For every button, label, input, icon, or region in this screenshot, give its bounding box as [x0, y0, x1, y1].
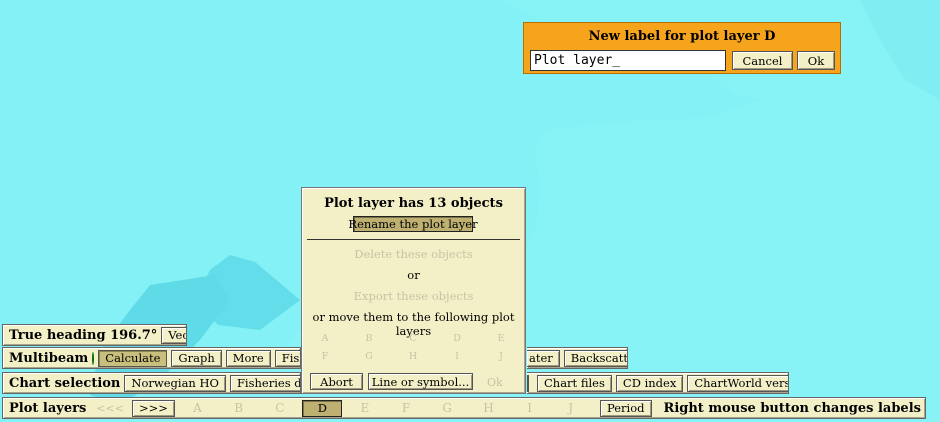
plot-layer-g[interactable]: G — [427, 401, 468, 415]
move-layer-f[interactable]: F — [315, 351, 335, 362]
plot-layer-dialog: Plot layer has 13 objects Rename the plo… — [301, 187, 526, 394]
plot-layers-bar: Plot layers <<< >>> A B C D E F G H I J … — [2, 397, 926, 419]
fish-button[interactable]: Fish — [274, 349, 300, 367]
or-label: or — [407, 268, 420, 282]
move-layer-j[interactable]: J — [491, 351, 511, 362]
vector-button[interactable]: Vector — [161, 326, 186, 344]
chart-selection-bar: Chart selection Norwegian HO Fisheries d… — [2, 372, 301, 394]
fisheries-database-button[interactable]: Fisheries database — [229, 374, 300, 392]
right-mouse-hint: Right mouse button changes labels — [663, 400, 921, 416]
plot-layer-e[interactable]: E — [344, 401, 385, 415]
next-layers-button[interactable]: >>> — [131, 399, 175, 417]
plot-layers-label: Plot layers — [9, 400, 87, 416]
chart-selection-label: Chart selection — [9, 375, 121, 391]
ok-button[interactable]: Ok — [797, 51, 835, 70]
export-objects-button[interactable]: Export these objects — [302, 289, 525, 303]
move-layer-c[interactable]: C — [403, 333, 423, 344]
chart-selection-bar-right: Chart files CD index ChartWorld versions — [527, 372, 789, 394]
true-heading-bar: True heading 196.7° Vector — [2, 324, 187, 346]
move-layer-e[interactable]: E — [491, 333, 511, 344]
chartworld-versions-button[interactable]: ChartWorld versions — [687, 374, 788, 392]
more-button[interactable]: More — [225, 349, 271, 367]
move-layer-b[interactable]: B — [359, 333, 379, 344]
multibeam-bar-right: ater Backscatter — [527, 347, 628, 369]
calculate-button[interactable]: Calculate — [98, 349, 168, 367]
status-indicator-icon — [92, 351, 95, 365]
move-layer-d[interactable]: D — [447, 333, 467, 344]
plot-layer-f[interactable]: F — [385, 401, 426, 415]
line-or-symbol-button[interactable]: Line or symbol... — [368, 373, 473, 390]
label-input[interactable] — [530, 50, 726, 71]
hidden-chart-button[interactable] — [527, 374, 529, 392]
delete-objects-button[interactable]: Delete these objects — [302, 247, 525, 261]
plot-layer-h[interactable]: H — [468, 401, 509, 415]
multibeam-label: Multibeam — [9, 350, 89, 366]
plot-layer-j[interactable]: J — [550, 401, 591, 415]
dialog-divider — [307, 239, 520, 240]
move-layer-i[interactable]: I — [447, 351, 467, 362]
plot-layer-dialog-title: Plot layer has 13 objects — [324, 196, 503, 211]
true-heading-label: True heading 196.7° — [9, 327, 158, 343]
cd-index-button[interactable]: CD index — [615, 374, 684, 392]
move-layer-h[interactable]: H — [403, 351, 423, 362]
plot-layer-b[interactable]: B — [218, 401, 259, 415]
plot-layer-d[interactable]: D — [302, 399, 343, 417]
norwegian-ho-button[interactable]: Norwegian HO — [124, 374, 226, 392]
period-button[interactable]: Period — [600, 399, 652, 417]
abort-button[interactable]: Abort — [310, 373, 363, 390]
previous-layers-button[interactable]: <<< — [96, 402, 124, 415]
plot-layer-i[interactable]: I — [509, 401, 550, 415]
backscatter-button[interactable]: Backscatter — [563, 349, 627, 367]
water-button[interactable]: ater — [527, 349, 560, 367]
cancel-button[interactable]: Cancel — [732, 51, 793, 70]
plot-layer-a[interactable]: A — [177, 401, 218, 415]
new-label-dialog-title: New label for plot layer D — [588, 29, 776, 44]
move-layer-g[interactable]: G — [359, 351, 379, 362]
rename-plot-layer-button[interactable]: Rename the plot layer — [348, 216, 478, 232]
new-label-dialog: New label for plot layer D Cancel Ok — [523, 22, 841, 74]
plot-layer-c[interactable]: C — [259, 401, 300, 415]
move-layer-a[interactable]: A — [315, 333, 335, 344]
multibeam-bar: Multibeam Calculate Graph More Fish Re — [2, 347, 301, 369]
chart-files-button[interactable]: Chart files — [537, 374, 612, 392]
dialog-ok-button[interactable]: Ok — [487, 376, 503, 389]
graph-button[interactable]: Graph — [171, 349, 222, 367]
